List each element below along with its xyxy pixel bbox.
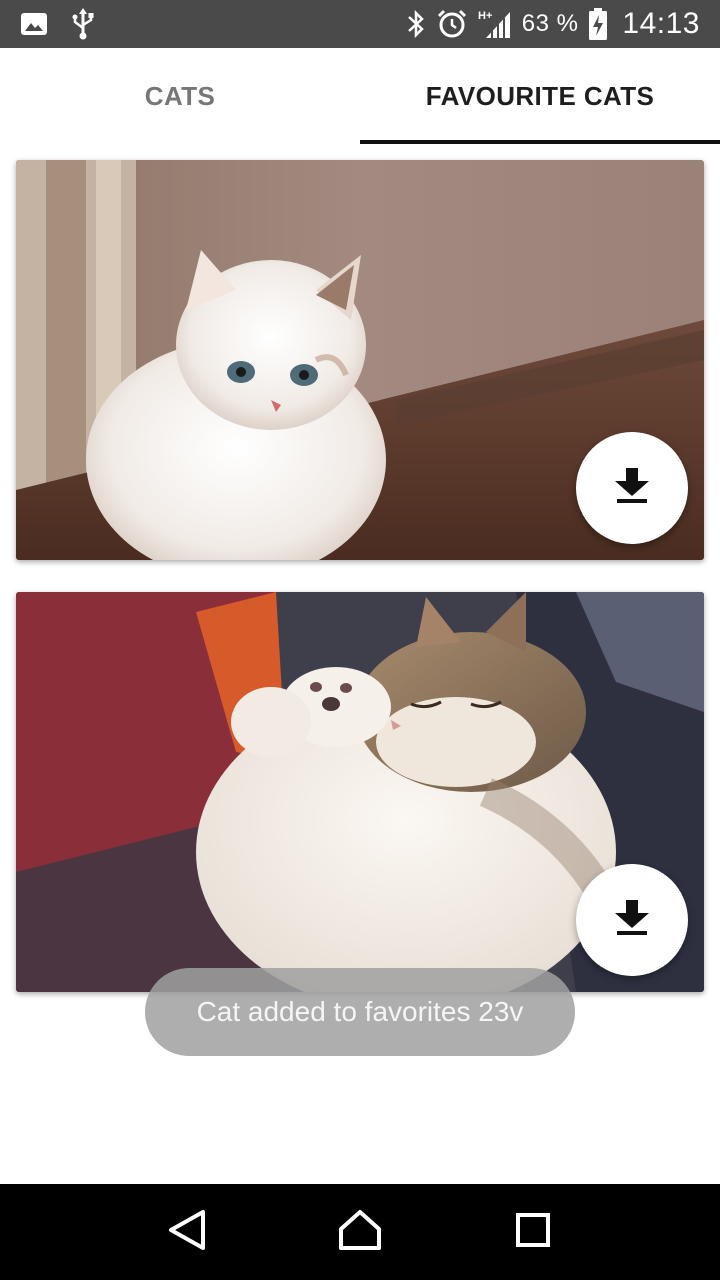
recents-button[interactable] xyxy=(493,1192,573,1272)
battery-percent: 63 % xyxy=(521,10,579,37)
tab-favourite-cats[interactable]: FAVOURITE CATS xyxy=(360,48,720,144)
tab-bar: CATS FAVOURITE CATS xyxy=(0,48,720,144)
status-right: H+ 63 % 14:13 xyxy=(406,7,700,41)
status-left xyxy=(20,8,96,40)
toast-text: Cat added to favorites 23v xyxy=(196,996,524,1027)
image-icon xyxy=(20,12,48,36)
tab-cats-label: CATS xyxy=(144,80,216,111)
home-icon xyxy=(338,1209,382,1256)
download-icon xyxy=(615,899,649,941)
status-bar: H+ 63 % 14:13 xyxy=(0,0,720,48)
download-icon xyxy=(615,467,649,509)
download-button[interactable] xyxy=(576,864,688,976)
status-time: 14:13 xyxy=(622,7,700,40)
usb-icon xyxy=(70,8,96,40)
bluetooth-icon xyxy=(406,9,426,39)
alarm-icon xyxy=(436,8,468,40)
battery-charging-icon xyxy=(588,8,608,40)
tab-favourite-cats-label: FAVOURITE CATS xyxy=(425,80,655,111)
download-button[interactable] xyxy=(576,432,688,544)
cat-card[interactable] xyxy=(16,160,704,560)
toast-message: Cat added to favorites 23v xyxy=(145,968,575,1056)
tab-cats[interactable]: CATS xyxy=(0,48,360,144)
back-button[interactable] xyxy=(147,1192,227,1272)
back-icon xyxy=(167,1209,207,1256)
cat-card[interactable] xyxy=(16,592,704,992)
network-type-label: H+ xyxy=(478,10,492,22)
navigation-bar xyxy=(0,1184,720,1280)
home-button[interactable] xyxy=(320,1192,400,1272)
signal-icon: H+ xyxy=(478,8,512,40)
recents-icon xyxy=(515,1212,551,1253)
